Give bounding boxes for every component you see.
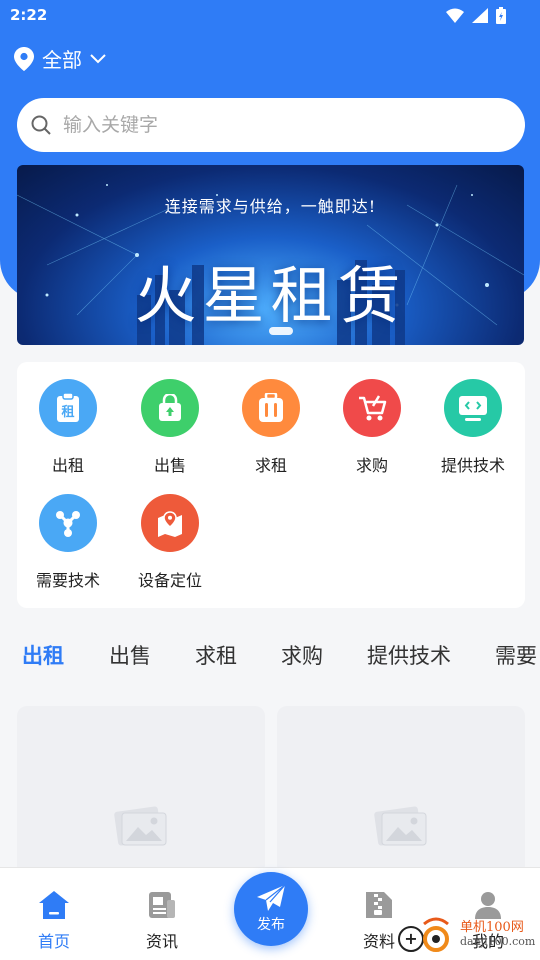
category-label: 求购 — [355, 456, 388, 475]
category-label: 设备定位 — [137, 571, 202, 590]
watermark-logo: + — [398, 917, 449, 952]
category-label: 提供技术 — [440, 456, 505, 475]
watermark-title: 单机100网 — [460, 920, 524, 935]
sale-bag-icon — [141, 379, 199, 437]
publish-button[interactable]: 发布 — [234, 872, 308, 946]
svg-text:租: 租 — [61, 405, 74, 420]
image-placeholder-icon — [374, 806, 427, 846]
paper-plane-icon — [257, 884, 286, 911]
cart-icon — [343, 379, 401, 437]
category-want-buy[interactable]: 求购 — [322, 379, 422, 476]
location-pin-icon — [14, 46, 34, 71]
category-device-location[interactable]: 设备定位 — [120, 494, 220, 591]
map-pin-icon — [141, 494, 199, 552]
code-icon — [444, 379, 502, 437]
news-icon — [149, 892, 175, 918]
category-label: 出售 — [153, 456, 186, 475]
category-label: 需要技术 — [35, 571, 100, 590]
image-placeholder-icon — [114, 806, 167, 846]
category-need-tech[interactable]: 需要技术 — [18, 494, 118, 591]
location-label: 全部 — [42, 48, 82, 72]
search-input[interactable] — [63, 114, 463, 136]
materials-icon — [366, 892, 392, 918]
category-grid: 租 出租 出售 求租 求购 提供技术 需要技术 设备定位 — [17, 362, 525, 608]
tab-want-rent[interactable]: 求租 — [195, 630, 237, 674]
location-selector[interactable]: 全部 — [14, 44, 106, 73]
category-rent[interactable]: 租 出租 — [18, 379, 118, 476]
category-label: 出租 — [51, 456, 84, 475]
site-watermark: + 单机100网 danji100.com — [396, 914, 535, 956]
wifi-icon — [446, 8, 464, 23]
tab-provide-tech[interactable]: 提供技术 — [367, 630, 451, 674]
search-icon — [31, 115, 51, 135]
luggage-icon — [242, 379, 300, 437]
status-bar: 2:22 — [0, 0, 540, 32]
category-label: 求租 — [254, 456, 287, 475]
signal-icon — [472, 8, 488, 23]
rent-icon: 租 — [39, 379, 97, 437]
home-icon — [39, 891, 69, 919]
network-icon — [39, 494, 97, 552]
battery-icon — [496, 7, 506, 24]
banner-slogan: 连接需求与供给，一触即达! — [164, 197, 377, 216]
nav-news[interactable]: 资讯 — [122, 890, 202, 952]
status-time: 2:22 — [10, 6, 48, 24]
product-card[interactable] — [17, 706, 265, 876]
svg-text:+: + — [404, 929, 417, 948]
search-bar[interactable] — [17, 98, 525, 152]
promo-banner[interactable]: 连接需求与供给，一触即达! 火星租赁 — [17, 165, 524, 345]
tab-need-tech[interactable]: 需要 — [495, 630, 537, 674]
tab-rent[interactable]: 出租 — [22, 630, 64, 674]
listing-tabs: 出租 出售 求租 求购 提供技术 需要 — [0, 630, 540, 674]
category-sale[interactable]: 出售 — [120, 379, 220, 476]
tab-want-buy[interactable]: 求购 — [281, 630, 323, 674]
category-provide-tech[interactable]: 提供技术 — [423, 379, 523, 476]
product-card[interactable] — [277, 706, 525, 876]
chevron-down-icon — [90, 53, 106, 63]
banner-title: 火星租赁 — [134, 259, 407, 332]
publish-label: 发布 — [257, 917, 285, 933]
tab-sale[interactable]: 出售 — [109, 630, 151, 674]
watermark-url: danji100.com — [460, 935, 536, 948]
nav-home-label: 首页 — [37, 932, 70, 951]
carousel-indicator[interactable] — [269, 327, 293, 335]
category-want-rent[interactable]: 求租 — [221, 379, 321, 476]
nav-news-label: 资讯 — [145, 932, 178, 951]
nav-home[interactable]: 首页 — [14, 890, 94, 952]
